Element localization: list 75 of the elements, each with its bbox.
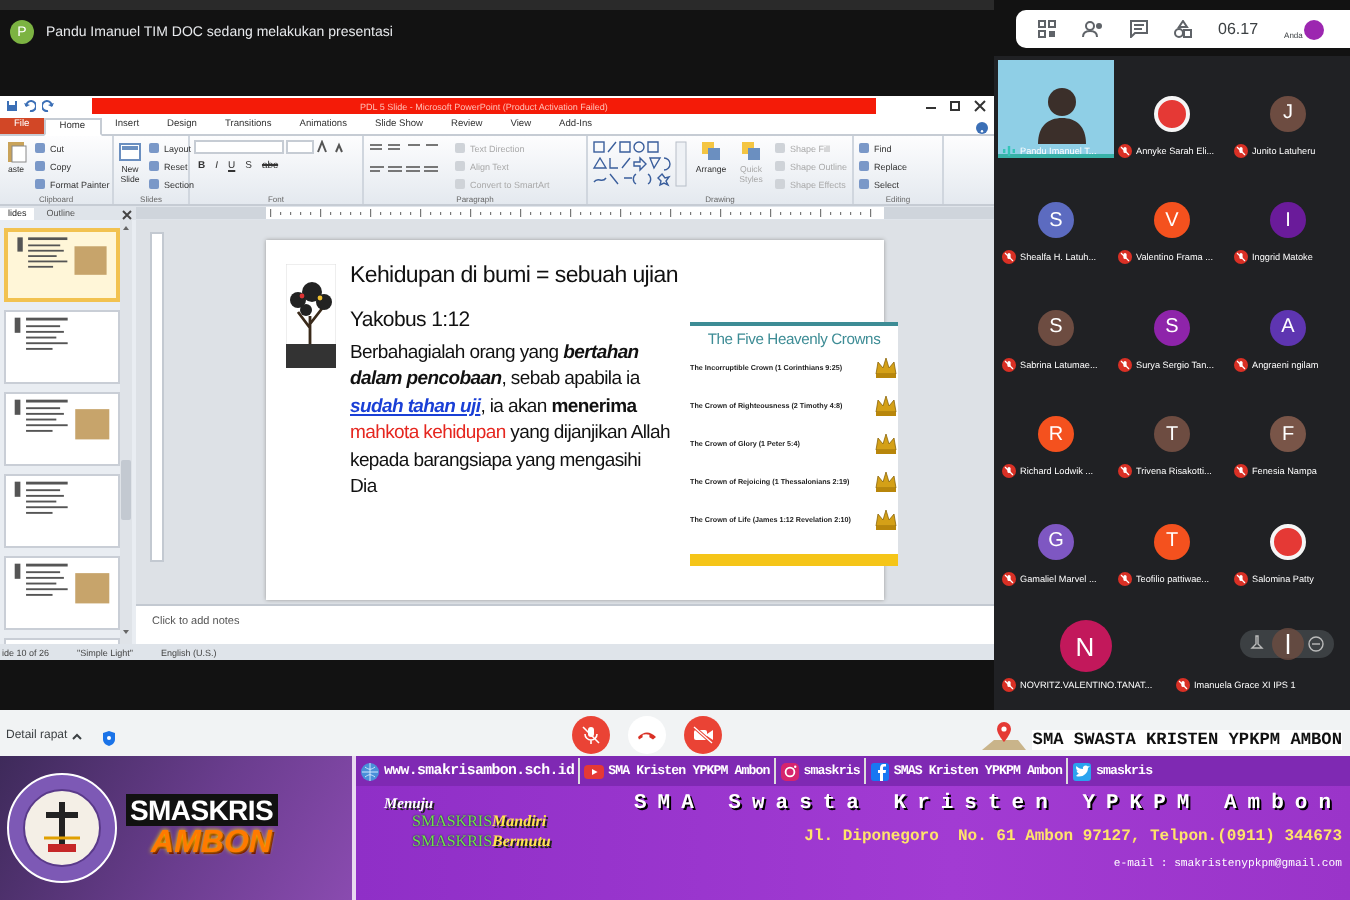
shapes-icon[interactable] [1174, 20, 1192, 38]
avatar: S [1038, 309, 1074, 345]
scrollbar[interactable] [120, 220, 132, 644]
shapes-gallery-icon[interactable] [592, 140, 688, 188]
tile-controls[interactable] [1240, 627, 1334, 659]
avatar: A [1270, 309, 1306, 345]
slides-large-icon [118, 140, 142, 164]
verse-reference: Yakobus 1:12 [350, 308, 472, 332]
drawing-large-icon [739, 140, 763, 164]
clock-time: 06.17 [1218, 20, 1259, 38]
crown-icon [874, 431, 898, 455]
slide-thumbnail[interactable] [4, 556, 120, 630]
avatar: T [1154, 416, 1190, 452]
save-icon[interactable] [6, 100, 18, 112]
school-city: AMBON [151, 826, 272, 862]
avatar: R [1038, 416, 1074, 452]
facebook-icon[interactable] [869, 761, 890, 781]
motto-line: SMASKRISBermutu [412, 832, 553, 852]
close-icon[interactable] [970, 100, 988, 112]
microphone-button[interactable] [571, 716, 610, 754]
avatar: V [1154, 202, 1190, 238]
shrink-font-icon[interactable] [332, 140, 346, 154]
video-play-icon[interactable] [584, 761, 605, 781]
globe-icon[interactable] [360, 761, 380, 781]
motto-line: SMASKRISMandiri [412, 812, 549, 832]
drawing-large-icon [699, 140, 723, 164]
avatar: S [1154, 309, 1190, 345]
crown-icon [874, 507, 898, 531]
maximize-icon[interactable] [946, 100, 964, 112]
grow-font-icon[interactable] [316, 140, 330, 154]
bird-icon[interactable] [1072, 761, 1093, 781]
school-name: SMA Swasta Kristen YPKPM Ambon [633, 792, 1342, 816]
clipboard-large-icon [4, 140, 28, 164]
chat-icon[interactable] [1130, 20, 1148, 38]
photo-placeholder [1154, 95, 1190, 131]
avatar: N [1059, 620, 1111, 672]
avatar: S [1038, 202, 1074, 238]
avatar: I [1270, 202, 1306, 238]
grid-icon[interactable] [1038, 20, 1056, 38]
people-icon[interactable] [1082, 20, 1104, 38]
crown-icon [874, 469, 898, 493]
hang-up-button[interactable] [627, 716, 666, 754]
photo-placeholder [1270, 523, 1306, 559]
help-icon[interactable] [976, 122, 988, 134]
self-avatar[interactable] [1304, 19, 1325, 39]
school-brand: SMASKRIS [126, 794, 277, 826]
school-logo-drawing [6, 772, 118, 884]
mic-icon [579, 724, 602, 746]
location-label: SMA SWASTA KRISTEN YPKPM AMBON [1032, 730, 1342, 750]
slide-title: Kehidupan di bumi = sebuah ujian [350, 264, 680, 292]
camera-icon[interactable] [779, 761, 800, 781]
camera-button[interactable] [683, 716, 722, 754]
redo-icon[interactable] [42, 100, 54, 112]
slide-thumbnail[interactable] [4, 474, 120, 548]
close-icon[interactable] [122, 210, 132, 220]
font-size-field[interactable] [286, 140, 314, 154]
person-silhouette [1038, 84, 1086, 144]
crown-icon [874, 355, 898, 379]
avatar: T [1154, 523, 1190, 559]
avatar: J [1270, 95, 1306, 131]
font-name-field[interactable] [194, 140, 284, 154]
book-cover-drawing [286, 264, 336, 368]
slide-thumbnail[interactable] [4, 392, 120, 466]
crown-icon [874, 393, 898, 417]
avatar: G [1038, 523, 1074, 559]
school-address: Jl. Diponegoro No. 61 Ambon 97127, Telpon.(0911) 344673 [804, 828, 1342, 846]
camera-icon [691, 724, 714, 746]
undo-icon[interactable] [24, 100, 36, 112]
slide-thumbnail[interactable] [4, 228, 120, 302]
verse-text: Berbahagialah orang yang bertahan dalam pencobaan, sebab apabila ia sudah tahan uji, ia akan menerima mahkota kehidupan yang dijanjikan Allah kepada barangsiapa yang mengasihi Dia [350, 340, 670, 501]
map-pin-icon [982, 720, 1027, 750]
shield-icon[interactable] [101, 730, 116, 746]
avatar: F [1270, 416, 1306, 452]
slide-thumbnail[interactable] [4, 310, 120, 384]
caret-icon[interactable] [71, 732, 82, 740]
